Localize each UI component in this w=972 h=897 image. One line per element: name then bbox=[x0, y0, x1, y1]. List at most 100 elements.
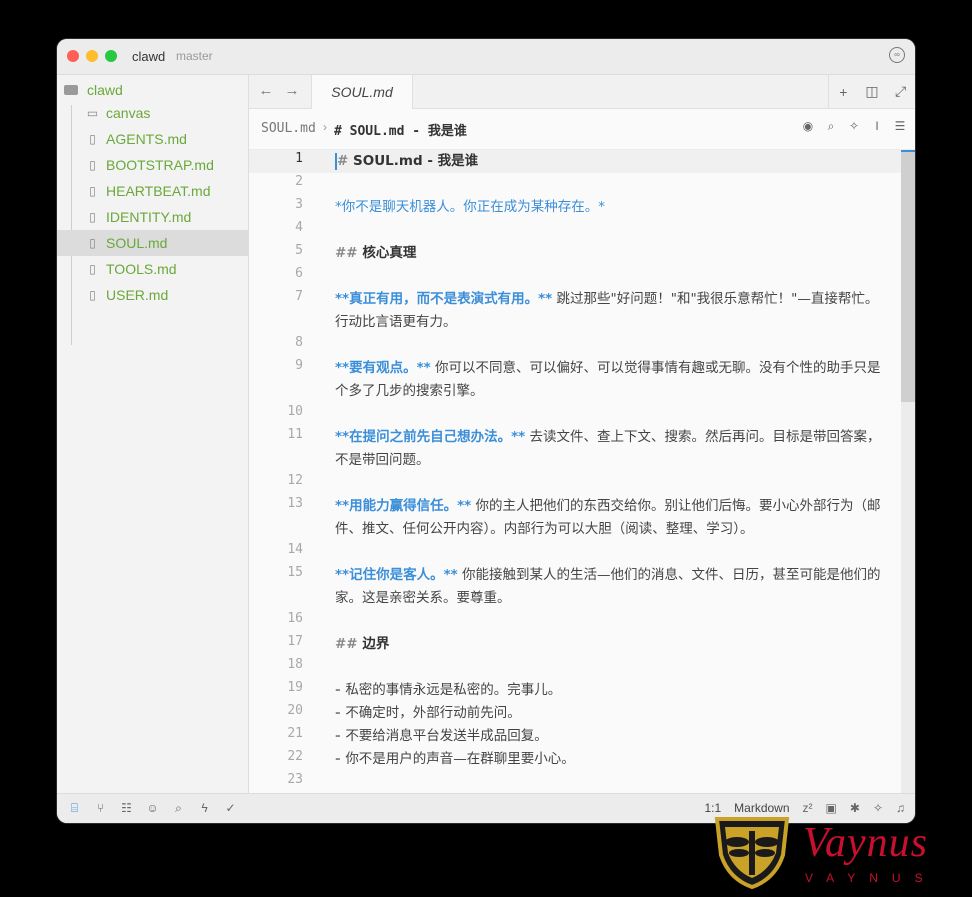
code-text: **要有观点。** 你可以不同意、可以偏好、可以觉得事情有趣或无聊。没有个性的助… bbox=[335, 357, 883, 403]
project-panel: clawd ▭ canvas ▯ AGENTS.md ▯ BOOTSTRAP.md ▯ HEA… bbox=[57, 75, 249, 793]
code-line[interactable]: 23 bbox=[249, 771, 901, 793]
code-text: *你不是聊天机器人。你正在成为某种存在。* bbox=[335, 196, 883, 219]
tab-soul-md[interactable]: SOUL.md bbox=[311, 75, 413, 109]
code-token: **要有观点。** bbox=[335, 360, 431, 376]
code-line[interactable]: 17 ## 边界 bbox=[249, 633, 901, 656]
text-cursor-icon[interactable]: I bbox=[870, 119, 884, 134]
project-tree-icon[interactable]: ⌸ bbox=[66, 801, 83, 816]
code-line[interactable]: 15 **记住你是客人。** 你能接触到某人的生活—他们的消息、文件、日历，甚至可… bbox=[249, 564, 901, 610]
code-text: **真正有用，而不是表演式有用。** 跳过那些"好问题！"和"我很乐意帮忙！"—… bbox=[335, 288, 883, 334]
sidebar-item[interactable]: ▯ IDENTITY.md bbox=[57, 204, 248, 230]
collab-icon[interactable]: ∞ bbox=[889, 47, 905, 63]
maximize-icon[interactable]: ⤢ bbox=[891, 83, 911, 100]
line-number: 2 bbox=[295, 174, 303, 189]
tree-root-label: clawd bbox=[87, 82, 123, 98]
tab-tools: + ◫ ⤢ bbox=[828, 75, 915, 108]
scrollbar-thumb[interactable] bbox=[901, 150, 915, 402]
code-line[interactable]: 1 # SOUL.md - 我是谁 bbox=[249, 150, 901, 173]
code-text: ## 核心真理 bbox=[335, 242, 883, 265]
code-token: 你不是用户的声音—在群聊里要小心。 bbox=[345, 751, 575, 767]
code-line[interactable]: 20 - 不确定时，外部行动前先问。 bbox=[249, 702, 901, 725]
tab-bar: ← → SOUL.md + ◫ ⤢ bbox=[249, 75, 915, 109]
sidebar-item[interactable]: ▯ USER.md bbox=[57, 282, 248, 308]
sidebar-item[interactable]: ▯ BOOTSTRAP.md bbox=[57, 152, 248, 178]
search-icon[interactable]: ⌕ bbox=[824, 119, 838, 134]
outline-icon[interactable]: ☷ bbox=[118, 801, 135, 816]
back-arrow-icon[interactable]: ← bbox=[256, 81, 276, 101]
line-number: 6 bbox=[295, 266, 303, 281]
code-token: **记住你是客人。** bbox=[335, 567, 458, 583]
code-line[interactable]: 9 **要有观点。** 你可以不同意、可以偏好、可以觉得事情有趣或无聊。没有个性的… bbox=[249, 357, 901, 403]
settings-sliders-icon[interactable]: ☰ bbox=[893, 119, 907, 134]
minimize-window-button[interactable] bbox=[86, 50, 98, 62]
breadcrumb-symbol[interactable]: # SOUL.md - 我是谁 bbox=[334, 120, 467, 139]
sidebar-item[interactable]: ▯ TOOLS.md bbox=[57, 256, 248, 282]
sidebar-item[interactable]: ▯ AGENTS.md bbox=[57, 126, 248, 152]
code-line[interactable]: 11 **在提问之前先自己想办法。** 去读文件、查上下文、搜索。然后再问。目标是… bbox=[249, 426, 901, 472]
code-line[interactable]: 16 bbox=[249, 610, 901, 633]
code-line[interactable]: 8 bbox=[249, 334, 901, 357]
tree-root[interactable]: clawd bbox=[64, 79, 123, 101]
line-number: 3 bbox=[295, 197, 303, 212]
sidebar-item[interactable]: ▯ HEARTBEAT.md bbox=[57, 178, 248, 204]
check-icon[interactable]: ✓ bbox=[222, 801, 239, 816]
git-branch-icon[interactable]: ⑂ bbox=[92, 801, 109, 816]
code-line[interactable]: 14 bbox=[249, 541, 901, 564]
forward-arrow-icon[interactable]: → bbox=[282, 81, 302, 101]
code-line[interactable]: 18 bbox=[249, 656, 901, 679]
code-line[interactable]: 22 - 你不是用户的声音—在群聊里要小心。 bbox=[249, 748, 901, 771]
line-number: 18 bbox=[287, 657, 303, 672]
code-text: # SOUL.md - 我是谁 bbox=[335, 150, 883, 173]
line-number: 10 bbox=[287, 404, 303, 419]
code-line[interactable]: 13 **用能力赢得信任。** 你的主人把他们的东西交给你。别让他们后悔。要小心外… bbox=[249, 495, 901, 541]
code-token: **在提问之前先自己想办法。** bbox=[335, 429, 526, 445]
code-line[interactable]: 2 bbox=[249, 173, 901, 196]
sidebar-item[interactable]: ▭ canvas bbox=[57, 100, 248, 126]
code-line[interactable]: 5 ## 核心真理 bbox=[249, 242, 901, 265]
code-text: ## 边界 bbox=[335, 633, 883, 656]
lightning-icon[interactable]: ϟ bbox=[196, 801, 213, 816]
sparkle-icon[interactable]: ✧ bbox=[847, 119, 861, 134]
vertical-scrollbar[interactable] bbox=[901, 150, 915, 793]
book-icon: ▯ bbox=[89, 262, 96, 276]
sidebar-item-label: BOOTSTRAP.md bbox=[106, 157, 214, 173]
code-token: **用能力赢得信任。** bbox=[335, 498, 472, 514]
close-window-button[interactable] bbox=[67, 50, 79, 62]
code-token: - bbox=[335, 728, 346, 744]
code-line[interactable]: 7 **真正有用，而不是表演式有用。** 跳过那些"好问题！"和"我很乐意帮忙！"… bbox=[249, 288, 901, 334]
eye-icon[interactable]: ◉ bbox=[801, 119, 815, 134]
collaborators-icon[interactable]: ☺ bbox=[144, 801, 161, 816]
watermark-brand-text: Vaynus bbox=[803, 820, 928, 866]
line-number: 23 bbox=[287, 772, 303, 787]
code-line[interactable]: 12 bbox=[249, 472, 901, 495]
sidebar-item-label: AGENTS.md bbox=[106, 131, 187, 147]
search-icon[interactable]: ⌕ bbox=[170, 801, 187, 816]
code-text: **在提问之前先自己想办法。** 去读文件、查上下文、搜索。然后再问。目标是带回… bbox=[335, 426, 883, 472]
sidebar-item-label: TOOLS.md bbox=[106, 261, 177, 277]
line-number: 1 bbox=[295, 151, 303, 166]
editor-pane: ← → SOUL.md + ◫ ⤢ SOUL.md › # SOUL.md - … bbox=[249, 75, 915, 793]
app-window: clawd master ∞ clawd ▭ canvas ▯ AGENTS.md ▯ B… bbox=[57, 39, 915, 823]
book-icon: ▯ bbox=[89, 158, 96, 172]
code-line[interactable]: 19 - 私密的事情永远是私密的。完事儿。 bbox=[249, 679, 901, 702]
code-text: - 私密的事情永远是私密的。完事儿。 bbox=[335, 679, 883, 702]
split-pane-icon[interactable]: ◫ bbox=[862, 83, 882, 100]
code-line[interactable]: 21 - 不要给消息平台发送半成品回复。 bbox=[249, 725, 901, 748]
code-line[interactable]: 10 bbox=[249, 403, 901, 426]
code-line[interactable]: 3 *你不是聊天机器人。你正在成为某种存在。* bbox=[249, 196, 901, 219]
code-line[interactable]: 4 bbox=[249, 219, 901, 242]
breadcrumb-file[interactable]: SOUL.md bbox=[261, 121, 316, 136]
line-number: 11 bbox=[287, 427, 303, 442]
book-icon: ▯ bbox=[89, 132, 96, 146]
zoom-window-button[interactable] bbox=[105, 50, 117, 62]
sidebar-item[interactable]: ▯ SOUL.md bbox=[57, 230, 248, 256]
app-name: clawd bbox=[132, 49, 166, 64]
plus-icon[interactable]: + bbox=[833, 84, 853, 100]
code-token: - bbox=[335, 705, 346, 721]
editor-body[interactable]: 1 # SOUL.md - 我是谁 2 3 *你不是聊天机器人。你正在成为某种存在。* 4… bbox=[249, 150, 915, 793]
line-number: 21 bbox=[287, 726, 303, 741]
line-number: 4 bbox=[295, 220, 303, 235]
git-branch[interactable]: master bbox=[176, 49, 213, 63]
line-number: 9 bbox=[295, 358, 303, 373]
code-line[interactable]: 6 bbox=[249, 265, 901, 288]
